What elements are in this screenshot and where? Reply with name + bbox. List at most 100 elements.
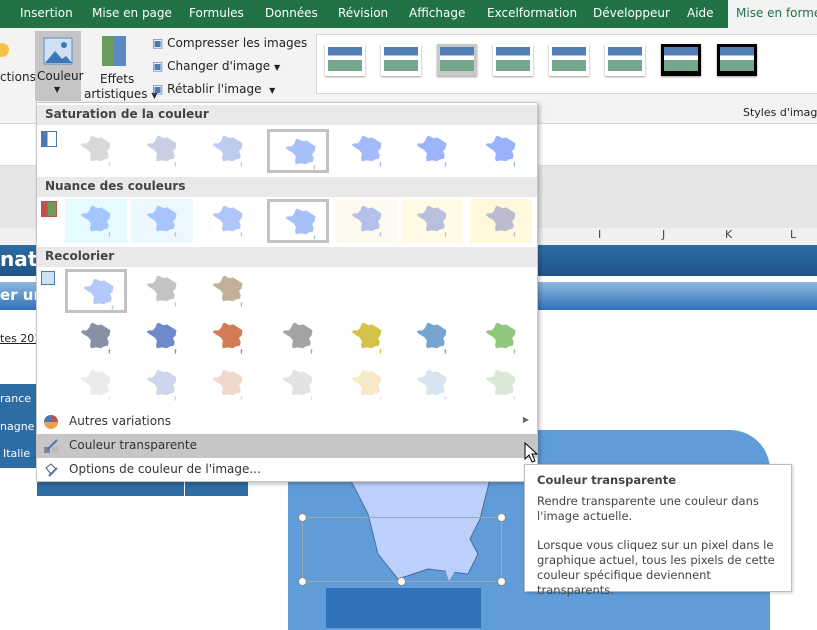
recolor-swatch[interactable] — [470, 363, 532, 407]
france-thumbnail — [350, 133, 384, 169]
picture-style-option[interactable] — [381, 44, 421, 76]
recolor-swatch[interactable] — [131, 363, 193, 407]
saturation-swatch[interactable] — [65, 129, 127, 173]
options-couleur-item[interactable]: Options de couleur de l'image... — [37, 458, 537, 482]
recolor-swatch[interactable] — [197, 269, 259, 313]
picture-icon — [43, 37, 73, 65]
tab-mise-en-page[interactable]: Mise en page — [92, 6, 172, 20]
tab-excelformation[interactable]: Excelformation — [487, 6, 577, 20]
france-thumbnail — [415, 320, 449, 356]
saturation-swatch[interactable] — [267, 129, 329, 173]
tab-révision[interactable]: Révision — [338, 6, 388, 20]
recolor-swatch[interactable] — [267, 363, 329, 407]
tooltip-description: Rendre transparente une couleur dans l'i… — [537, 494, 759, 523]
recolor-swatch[interactable] — [131, 316, 193, 360]
couleur-button[interactable]: Couleur ▼ — [35, 31, 84, 101]
picture-style-option[interactable] — [437, 44, 477, 76]
recolor-swatch[interactable] — [401, 316, 463, 360]
recolor-swatch[interactable] — [336, 363, 398, 407]
couleur-label: Couleur — [37, 69, 84, 83]
column-header[interactable]: I — [598, 228, 601, 241]
france-thumbnail — [145, 367, 179, 403]
tooltip-title: Couleur transparente — [537, 473, 677, 487]
resize-handle[interactable] — [397, 577, 406, 586]
france-thumbnail — [145, 203, 179, 239]
retablir-image-button[interactable]: ▣ Rétablir l'image ▼ — [152, 82, 275, 96]
tab-développeur[interactable]: Développeur — [593, 6, 670, 20]
france-thumbnail — [415, 203, 449, 239]
saturation-swatch[interactable] — [131, 129, 193, 173]
palette-icon — [44, 415, 58, 429]
autres-variations-item[interactable]: Autres variations ▶ — [37, 410, 537, 434]
saturation-swatch[interactable] — [470, 129, 532, 173]
column-header[interactable]: K — [725, 228, 732, 241]
column-header[interactable]: J — [662, 228, 665, 241]
recolor-swatch[interactable] — [401, 363, 463, 407]
item-label: Options de couleur de l'image... — [69, 462, 261, 476]
tab-données[interactable]: Données — [265, 6, 318, 20]
picture-style-option[interactable] — [325, 44, 365, 76]
france-thumbnail — [79, 133, 113, 169]
tab-formules[interactable]: Formules — [189, 6, 244, 20]
recolor-swatch[interactable] — [470, 316, 532, 360]
france-thumbnail — [350, 367, 384, 403]
france-thumbnail — [145, 133, 179, 169]
effets-artistiques-button[interactable]: artistiques ▼ — [84, 87, 157, 101]
recolor-swatch[interactable] — [336, 316, 398, 360]
recolor-icon — [41, 271, 55, 285]
picture-style-preview — [328, 47, 362, 71]
tone-swatch[interactable] — [336, 199, 398, 243]
compresser-button[interactable]: ▣ Compresser les images — [152, 36, 307, 50]
recolor-swatch[interactable] — [65, 269, 127, 313]
tone-swatch[interactable] — [267, 199, 329, 243]
france-thumbnail — [484, 203, 518, 239]
section-saturation: Saturation de la couleur — [37, 105, 537, 125]
couleur-dropdown-menu: Saturation de la couleur Nuance des coul… — [36, 102, 538, 482]
recolor-swatch[interactable] — [131, 269, 193, 313]
tab-insertion[interactable]: Insertion — [20, 6, 73, 20]
tone-swatch[interactable] — [131, 199, 193, 243]
resize-handle[interactable] — [298, 513, 307, 522]
recolor-swatch[interactable] — [65, 316, 127, 360]
tab-affichage[interactable]: Affichage — [409, 6, 465, 20]
saturation-swatch[interactable] — [336, 129, 398, 173]
resize-handle[interactable] — [298, 577, 307, 586]
saturation-swatch[interactable] — [197, 129, 259, 173]
recolor-swatch[interactable] — [267, 316, 329, 360]
picture-style-option[interactable] — [493, 44, 533, 76]
tab-mise-en-forme[interactable]: Mise en forme — [728, 0, 817, 28]
column-header[interactable]: L — [790, 228, 796, 241]
resize-handle[interactable] — [497, 513, 506, 522]
resize-handle[interactable] — [497, 577, 506, 586]
tone-swatch[interactable] — [470, 199, 532, 243]
recolor-swatch[interactable] — [197, 316, 259, 360]
picture-style-option[interactable] — [549, 44, 589, 76]
france-thumbnail — [79, 203, 113, 239]
effets-artistiques-label: artistiques — [84, 87, 148, 101]
couleur-transparente-item[interactable]: Couleur transparente — [37, 434, 537, 458]
row-label: nagne — [0, 420, 35, 433]
styles-group-label: Styles d'image — [743, 106, 817, 119]
changer-image-button[interactable]: ▣ Changer d'image ▼ — [152, 59, 280, 73]
picture-style-preview — [440, 47, 474, 71]
effets-label[interactable]: Effets — [100, 72, 134, 86]
saturation-icon — [41, 131, 57, 147]
tone-swatch[interactable] — [65, 199, 127, 243]
picture-style-option[interactable] — [661, 44, 701, 76]
tone-swatch[interactable] — [197, 199, 259, 243]
picture-style-option[interactable] — [717, 44, 757, 76]
recolor-swatch[interactable] — [197, 363, 259, 407]
tab-aide[interactable]: Aide — [687, 6, 714, 20]
section-recolorier: Recolorier — [37, 247, 537, 267]
picture-style-option[interactable] — [605, 44, 645, 76]
recolor-swatch[interactable] — [65, 363, 127, 407]
france-thumbnail — [79, 320, 113, 356]
saturation-swatch[interactable] — [401, 129, 463, 173]
tone-swatch[interactable] — [401, 199, 463, 243]
row-label: rance — [0, 392, 32, 405]
france-thumbnail — [284, 136, 318, 172]
corrections-button[interactable]: ctions — [0, 70, 36, 84]
france-thumbnail — [79, 367, 113, 403]
picture-style-preview — [608, 47, 642, 71]
france-thumbnail — [211, 133, 245, 169]
